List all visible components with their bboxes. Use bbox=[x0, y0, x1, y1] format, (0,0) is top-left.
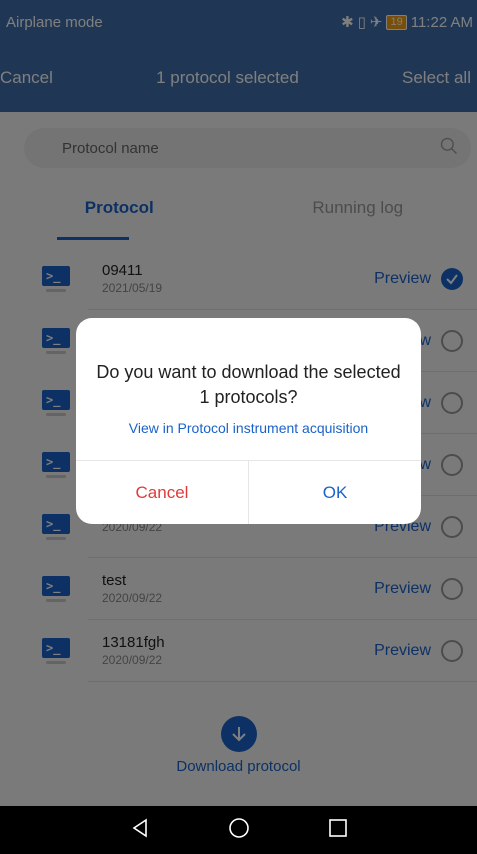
dialog-ok-button[interactable]: OK bbox=[249, 461, 421, 524]
dialog-actions: Cancel OK bbox=[76, 460, 421, 524]
system-nav-bar bbox=[0, 806, 477, 854]
back-icon[interactable] bbox=[129, 817, 151, 844]
dialog-cancel-button[interactable]: Cancel bbox=[76, 461, 249, 524]
dialog-message: Do you want to download the selected 1 p… bbox=[96, 362, 401, 407]
download-confirm-dialog: Do you want to download the selected 1 p… bbox=[76, 318, 421, 524]
dialog-link[interactable]: View in Protocol instrument acquisition bbox=[76, 420, 421, 436]
recents-icon[interactable] bbox=[327, 817, 349, 844]
home-icon[interactable] bbox=[228, 817, 250, 844]
